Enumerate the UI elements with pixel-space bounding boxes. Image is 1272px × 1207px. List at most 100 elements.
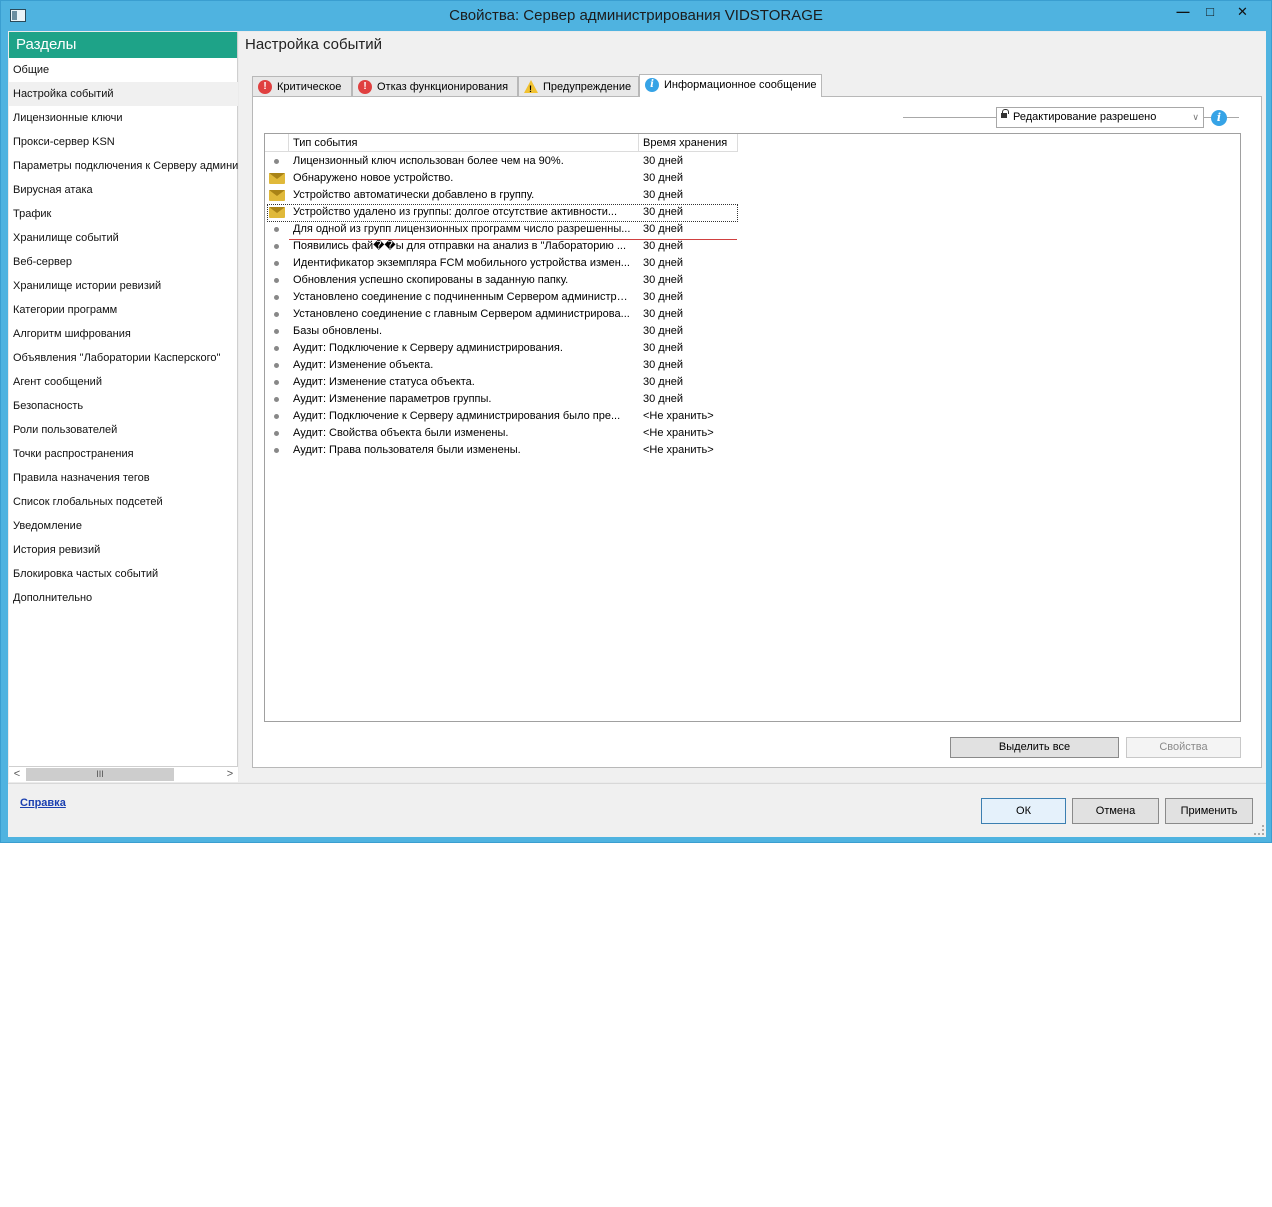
sidebar-list: Общие Настройка событий Лицензионные ключи… [9, 58, 238, 766]
table-row[interactable]: Аудит: Права пользователя были изменены.… [265, 442, 1240, 459]
event-type-cell: Аудит: Подключение к Серверу администрир… [293, 342, 563, 354]
bullet-icon [274, 278, 279, 283]
table-row[interactable]: Лицензионный ключ использован более чем … [265, 153, 1240, 170]
sidebar-item[interactable]: Алгоритм шифрования [9, 322, 238, 346]
envelope-icon [269, 207, 285, 218]
event-type-cell: Аудит: Изменение объекта. [293, 359, 434, 371]
sidebar-item[interactable]: Трафик [9, 202, 238, 226]
bullet-icon [274, 431, 279, 436]
table-row[interactable]: Установлено соединение с подчиненным Сер… [265, 289, 1240, 306]
scroll-thumb[interactable]: III [26, 768, 174, 781]
table-row[interactable]: Устройство автоматически добавлено в гру… [265, 187, 1240, 204]
event-type-cell: Аудит: Подключение к Серверу администрир… [293, 410, 621, 422]
scroll-right-button[interactable]: > [222, 767, 238, 782]
events-table[interactable]: Тип события Время хранения Лицензионный … [264, 133, 1241, 722]
sidebar-item[interactable]: Блокировка частых событий [9, 562, 238, 586]
table-row[interactable]: Идентификатор экземпляра FCM мобильного … [265, 255, 1240, 272]
scroll-left-button[interactable]: < [9, 767, 25, 782]
apply-button[interactable]: Применить [1165, 798, 1253, 824]
properties-button[interactable]: Свойства [1126, 737, 1241, 758]
retention-cell: <Не хранить> [643, 410, 714, 422]
sidebar-item[interactable]: Хранилище истории ревизий [9, 274, 238, 298]
ok-button[interactable]: ОК [981, 798, 1066, 824]
table-row[interactable]: Устройство удалено из группы: долгое отс… [265, 204, 1240, 222]
tab-2[interactable]: ! Отказ функционирования [352, 76, 518, 97]
event-type-cell: Базы обновлены. [293, 325, 382, 337]
sidebar-item[interactable]: Параметры подключения к Серверу админи [9, 154, 238, 178]
info-icon[interactable]: i [1211, 110, 1227, 126]
sidebar-item[interactable]: Дополнительно [9, 586, 238, 610]
sidebar-item[interactable]: Агент сообщений [9, 370, 238, 394]
retention-cell: 30 дней [643, 359, 684, 371]
bullet-icon [274, 397, 279, 402]
dialog-footer: Справка ОК Отмена Применить [8, 783, 1266, 837]
close-button[interactable]: ✕ [1217, 1, 1268, 22]
sidebar-item[interactable]: Вирусная атака [9, 178, 238, 202]
title-bar[interactable]: Свойства: Сервер администрирования VIDST… [1, 1, 1271, 31]
critical-icon: ! [258, 80, 272, 94]
column-header-event-type[interactable]: Тип события [289, 134, 639, 152]
bullet-icon [274, 448, 279, 453]
table-row[interactable]: Появились фай��ы для отправки на анализ … [265, 238, 1240, 255]
event-type-cell: Для одной из групп лицензионных программ… [293, 223, 631, 235]
properties-window: Свойства: Сервер администрирования VIDST… [0, 0, 1272, 843]
retention-cell: <Не хранить> [643, 444, 714, 456]
table-row[interactable]: Установлено соединение с главным Серверо… [265, 306, 1240, 323]
cancel-button[interactable]: Отмена [1072, 798, 1159, 824]
sidebar-item[interactable]: Прокси-сервер KSN [9, 130, 238, 154]
tab-1[interactable]: ! Критическое [252, 76, 352, 97]
table-row[interactable]: Обнаружено новое устройство. 30 дней [265, 170, 1240, 187]
retention-cell: 30 дней [643, 342, 684, 354]
table-row[interactable]: Аудит: Подключение к Серверу администрир… [265, 408, 1240, 425]
sidebar-item[interactable]: Безопасность [9, 394, 238, 418]
page-title: Настройка событий [245, 36, 383, 53]
sidebar-item[interactable]: Категории программ [9, 298, 238, 322]
bullet-icon [274, 244, 279, 249]
permission-dropdown[interactable]: Редактирование разрешено ∨ [996, 107, 1204, 128]
column-header-retention[interactable]: Время хранения [639, 134, 738, 152]
table-row[interactable]: Аудит: Свойства объекта были изменены. <Н… [265, 425, 1240, 442]
retention-cell: 30 дней [643, 206, 684, 218]
event-type-cell: Аудит: Права пользователя были изменены. [293, 444, 521, 456]
tab-label: Отказ функционирования [377, 81, 509, 93]
table-row[interactable]: Обновления успешно скопированы в заданну… [265, 272, 1240, 289]
info-icon: i [645, 78, 659, 92]
sidebar-item[interactable]: Список глобальных подсетей [9, 490, 238, 514]
retention-cell: 30 дней [643, 291, 684, 303]
table-row[interactable]: Аудит: Изменение параметров группы. 30 дн… [265, 391, 1240, 408]
sidebar-item[interactable]: Веб-сервер [9, 250, 238, 274]
retention-cell: 30 дней [643, 155, 684, 167]
table-row[interactable]: Аудит: Изменение объекта. 30 дней [265, 357, 1240, 374]
sidebar-item[interactable]: Общие [9, 58, 238, 82]
sidebar-item[interactable]: Уведомление [9, 514, 238, 538]
retention-cell: 30 дней [643, 223, 684, 235]
resize-grip[interactable] [1254, 825, 1264, 835]
sidebar-item[interactable]: Лицензионные ключи [9, 106, 238, 130]
tab-3[interactable]: ! Предупреждение [518, 76, 639, 97]
table-row[interactable]: Аудит: Изменение статуса объекта. 30 дней [265, 374, 1240, 391]
select-all-button[interactable]: Выделить все [950, 737, 1119, 758]
sidebar-item[interactable]: Точки распространения [9, 442, 238, 466]
table-row[interactable]: Аудит: Подключение к Серверу администрир… [265, 340, 1240, 357]
tab-4[interactable]: i Информационное сообщение [639, 74, 822, 97]
help-link[interactable]: Справка [20, 797, 66, 809]
table-row[interactable]: Для одной из групп лицензионных программ… [265, 221, 1240, 238]
tab-label: Критическое [277, 81, 342, 93]
sidebar-item[interactable]: История ревизий [9, 538, 238, 562]
warning-glyph: ! [529, 84, 532, 94]
sidebar-item[interactable]: Правила назначения тегов [9, 466, 238, 490]
sidebar-horizontal-scrollbar[interactable]: < III > [9, 766, 238, 782]
sidebar-item[interactable]: Роли пользователей [9, 418, 238, 442]
sidebar-item[interactable]: Настройка событий [9, 82, 238, 106]
sidebar-item[interactable]: Хранилище событий [9, 226, 238, 250]
main-content: Настройка событий ! Критическое! Отказ фун… [239, 32, 1266, 782]
table-row[interactable]: Базы обновлены. 30 дней [265, 323, 1240, 340]
window-title: Свойства: Сервер администрирования VIDST… [449, 7, 823, 24]
chevron-down-icon: ∨ [1192, 112, 1199, 122]
retention-cell: 30 дней [643, 308, 684, 320]
event-type-cell: Обновления успешно скопированы в заданну… [293, 274, 569, 286]
sidebar-item[interactable]: Объявления "Лаборатории Касперского" [9, 346, 238, 370]
event-type-cell: Аудит: Изменение статуса объекта. [293, 376, 475, 388]
warning-icon: ! [524, 80, 538, 94]
tab-panel: Редактирование разрешено ∨ i Тип события… [252, 96, 1262, 768]
